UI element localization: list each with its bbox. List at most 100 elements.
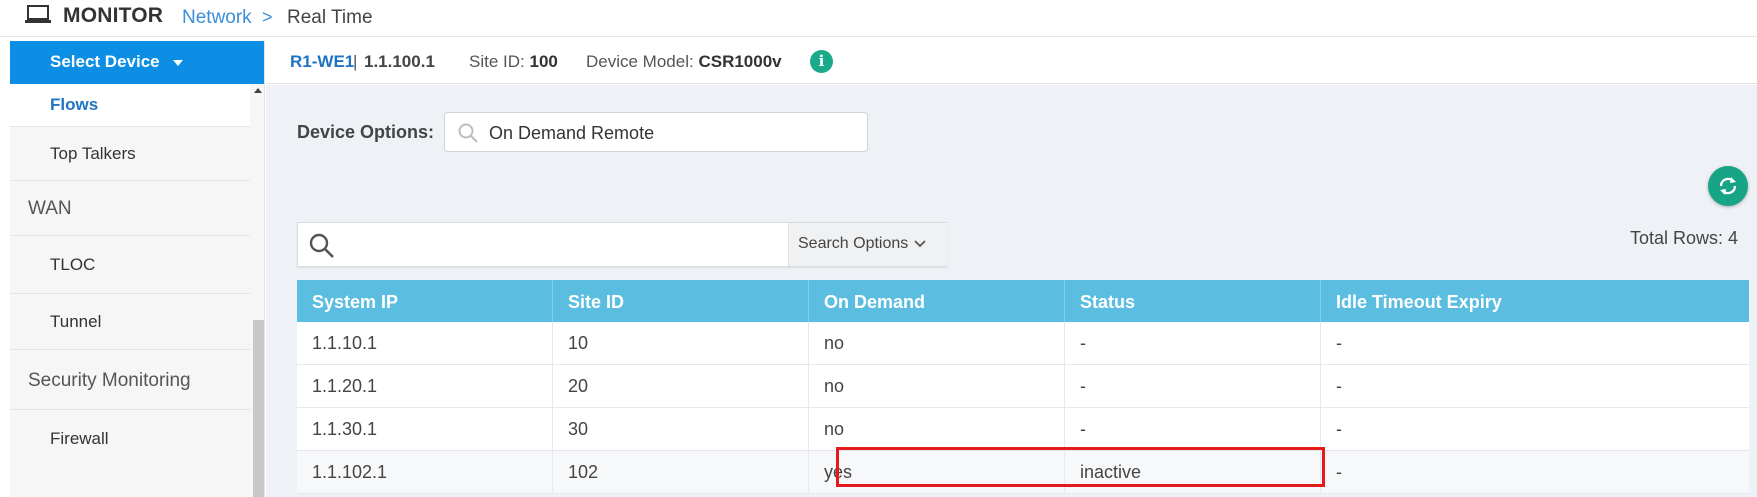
chevron-down-icon	[914, 240, 926, 248]
search-options-label: Search Options	[798, 235, 909, 252]
cell-site-id: 30	[553, 408, 809, 450]
breadcrumb-current: Real Time	[287, 7, 373, 28]
column-header-label: On Demand	[824, 292, 926, 312]
cell-text: -	[1336, 333, 1342, 353]
column-header-label: Idle Timeout Expiry	[1336, 292, 1502, 312]
column-header-idle-timeout-expiry[interactable]: Idle Timeout Expiry	[1321, 280, 1577, 322]
sidebar-item-label: Firewall	[50, 429, 109, 448]
cell-idle-timeout-expiry: -	[1321, 365, 1577, 407]
table-row[interactable]: 1.1.20.1 20 no - -	[297, 365, 1749, 408]
cell-site-id: 102	[553, 451, 809, 493]
select-device-label: Select Device	[50, 52, 160, 71]
sidebar-item-tloc[interactable]: TLOC	[10, 236, 250, 294]
table-search-bar: Search Options	[297, 222, 947, 267]
total-rows-count: Total Rows: 4	[1629, 228, 1738, 248]
cell-status: -	[1065, 322, 1321, 364]
info-separator: |	[353, 52, 358, 71]
cell-text: -	[1080, 419, 1086, 439]
sidebar-item-top-talkers[interactable]: Top Talkers	[10, 127, 250, 181]
cell-text: 1.1.20.1	[312, 376, 378, 396]
search-icon	[458, 123, 478, 143]
sidebar-item-label: TLOC	[50, 255, 96, 274]
cell-text: 102	[568, 462, 599, 482]
table-row[interactable]: 1.1.30.1 30 no - -	[297, 408, 1749, 451]
cell-system-ip: 1.1.10.1	[297, 322, 553, 364]
device-model: Device Model: CSR1000v	[586, 52, 782, 72]
table-row[interactable]: 1.1.10.1 10 no - -	[297, 322, 1749, 365]
cell-system-ip: 1.1.20.1	[297, 365, 553, 407]
device-model-value: CSR1000v	[698, 52, 782, 71]
site-id-value: 100	[529, 52, 558, 71]
column-header-label: Status	[1080, 292, 1136, 312]
cell-text: -	[1080, 376, 1086, 396]
device-system-ip: 1.1.100.1	[364, 52, 435, 71]
sidebar-item-firewall[interactable]: Firewall	[10, 410, 250, 470]
sidebar-item-flows[interactable]: Flows	[10, 84, 250, 127]
cell-status: -	[1065, 408, 1321, 450]
sidebar-item-label: Top Talkers	[50, 144, 136, 163]
column-header-label: Site ID	[568, 292, 625, 312]
cell-text: -	[1336, 462, 1342, 482]
sidebar-section-security-monitoring[interactable]: Security Monitoring	[10, 350, 250, 410]
cell-idle-timeout-expiry: -	[1321, 322, 1577, 364]
device-options-label: Device Options:	[297, 122, 435, 142]
device-hostname[interactable]: R1-WE1	[290, 52, 354, 72]
sidebar-section-wan[interactable]: WAN	[10, 181, 250, 236]
info-icon-glyph: i	[818, 52, 825, 70]
cell-text: 30	[568, 419, 589, 439]
search-options-button[interactable]: Search Options	[788, 223, 947, 266]
cell-idle-timeout-expiry: -	[1321, 451, 1577, 493]
cell-text: no	[824, 333, 845, 353]
breadcrumb-network-link[interactable]: Network	[182, 7, 252, 29]
sidebar-item-tunnel[interactable]: Tunnel	[10, 294, 250, 350]
device-model-label: Device Model:	[586, 52, 694, 71]
refresh-button[interactable]	[1708, 166, 1748, 206]
table-header: System IP Site ID On Demand Status Idle …	[297, 280, 1749, 322]
device-options-value: On Demand Remote	[489, 123, 655, 143]
device-info-bar: R1-WE1 | 1.1.100.1 Site ID: 100 Device M…	[266, 41, 1757, 84]
sidebar-item-label: Flows	[50, 95, 99, 114]
column-header-site-id[interactable]: Site ID	[553, 280, 809, 322]
column-header-system-ip[interactable]: System IP	[297, 280, 553, 322]
site-id-label: Site ID:	[469, 52, 525, 71]
cell-text: -	[1336, 376, 1342, 396]
cell-site-id: 10	[553, 322, 809, 364]
sidebar-scrollbar-thumb[interactable]	[253, 320, 264, 497]
top-header: MONITOR Network > Real Time	[0, 0, 1757, 37]
cell-text: 10	[568, 333, 589, 353]
cell-on-demand: no	[809, 322, 1065, 364]
device-site-id: Site ID: 100	[469, 52, 558, 72]
search-input[interactable]	[342, 227, 672, 263]
info-icon[interactable]: i	[810, 50, 833, 73]
column-header-label: System IP	[312, 292, 399, 312]
cell-system-ip: 1.1.30.1	[297, 408, 553, 450]
device-options-select[interactable]: On Demand Remote	[444, 112, 868, 152]
cell-text: 20	[568, 376, 589, 396]
highlight-annotation-box	[836, 447, 1325, 487]
caret-down-icon	[173, 60, 183, 66]
cell-text: 1.1.30.1	[312, 419, 378, 439]
search-icon	[309, 233, 334, 258]
page-title: MONITOR	[63, 4, 164, 27]
cell-status: -	[1065, 365, 1321, 407]
cell-system-ip: 1.1.102.1	[297, 451, 553, 493]
sidebar-section-label: WAN	[28, 198, 72, 219]
cell-text: -	[1080, 333, 1086, 353]
refresh-icon	[1719, 177, 1737, 195]
cell-text: no	[824, 376, 845, 396]
cell-on-demand: no	[809, 408, 1065, 450]
scroll-up-arrow-icon[interactable]	[254, 88, 262, 93]
sidebar-item-label: Tunnel	[50, 312, 102, 331]
cell-text: -	[1336, 419, 1342, 439]
column-header-status[interactable]: Status	[1065, 280, 1321, 322]
sidebar-section-label: Security Monitoring	[28, 370, 191, 391]
column-header-on-demand[interactable]: On Demand	[809, 280, 1065, 322]
laptop-icon	[25, 5, 51, 23]
select-device-button[interactable]: Select Device	[10, 41, 264, 84]
sidebar: Select Device Flows Top Talkers WAN TLOC…	[10, 41, 265, 497]
breadcrumb-separator: >	[262, 7, 273, 27]
cell-idle-timeout-expiry: -	[1321, 408, 1577, 450]
cell-text: no	[824, 419, 845, 439]
main-content: Device Options: On Demand Remote Search …	[266, 85, 1757, 497]
cell-site-id: 20	[553, 365, 809, 407]
